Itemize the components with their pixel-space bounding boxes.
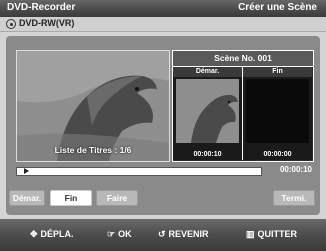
start-button[interactable]: Démar. [9,190,45,206]
scene-number: Scène No. 001 [173,51,313,67]
scene-start-thumbnail [176,79,239,143]
nav-ok: ☞ OK [107,229,132,239]
playback-position-marker[interactable] [24,168,30,174]
disc-bar: DVD-RW(VR) [0,17,326,32]
dvd-recorder-screen: DVD-Recorder Créer une Scène DVD-RW(VR) … [0,0,326,251]
scene-end-label: Fin [243,67,312,77]
scene-end-time: 00:00:00 [263,151,292,158]
app-title: DVD-Recorder [7,2,76,13]
title-list-caption: Liste de Titres : 1/6 [54,145,132,155]
scene-start-slot[interactable]: Démar. 00:00:10 [173,67,243,160]
nav-move-label: DÉPLA. [40,229,74,239]
menu-icon: ▥ [246,228,255,239]
ok-icon: ☞ [107,228,116,239]
video-preview: Liste de Titres : 1/6 [16,50,170,162]
nav-quit: ▥ QUITTER [246,229,297,239]
scene-panel: Scène No. 001 Démar. 00:00:10 Fin 00:00:… [172,50,314,162]
title-bar: DVD-Recorder Créer une Scène [0,0,326,17]
disc-label: DVD-RW(VR) [19,18,75,28]
scene-end-slot[interactable]: Fin 00:00:00 [243,67,312,160]
nav-return-label: REVENIR [168,229,209,239]
four-way-arrow-icon: ✥ [30,228,38,239]
end-button[interactable]: Fin [50,190,92,206]
make-button[interactable]: Faire [96,190,138,206]
scene-start-label: Démar. [173,67,242,77]
finish-button[interactable]: Termi. [273,190,315,206]
return-icon: ↺ [158,228,166,239]
scene-end-thumbnail [246,79,309,143]
disc-icon [6,19,16,29]
dolphin-thumbnail [176,79,239,143]
nav-move: ✥ DÉPLA. [30,229,74,239]
playback-time: 00:00:10 [279,165,312,174]
nav-ok-label: OK [118,229,132,239]
playback-progress-bar[interactable] [16,167,262,176]
scene-editor-panel: Liste de Titres : 1/6 Scène No. 001 Déma… [6,36,320,215]
navigation-bar: ✥ DÉPLA. ☞ OK ↺ REVENIR ▥ QUITTER [0,219,326,251]
scene-start-time: 00:00:10 [193,151,222,158]
nav-quit-label: QUITTER [257,229,298,239]
screen-title: Créer une Scène [238,2,317,13]
nav-return: ↺ REVENIR [158,229,209,239]
